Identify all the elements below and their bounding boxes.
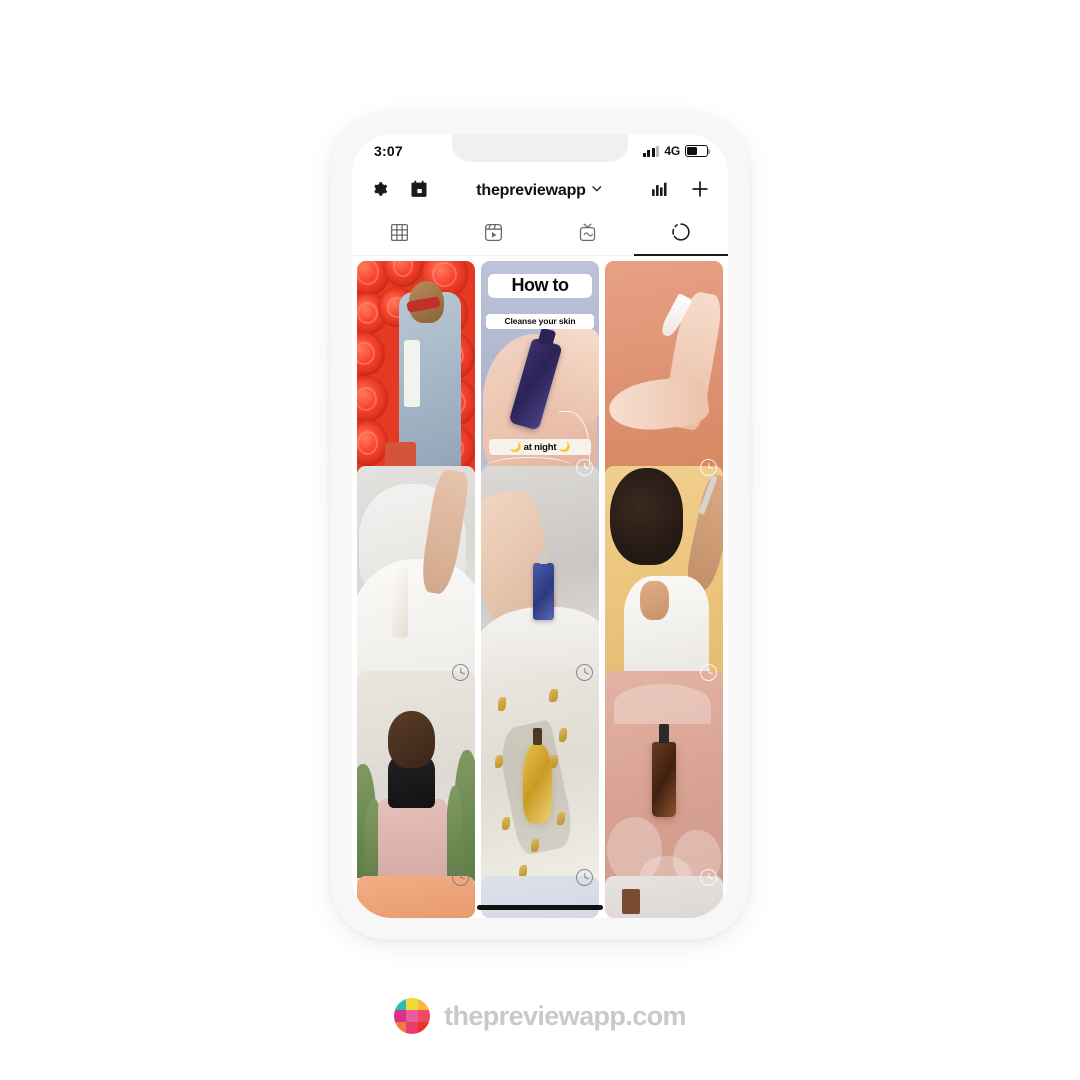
content-type-tabs [352,214,728,256]
preview-app-logo-icon [394,998,431,1034]
add-post-icon[interactable] [689,178,711,205]
cell-artwork: How to Cleanse your skin 🌙 at night 🌙 [481,261,599,482]
cell-artwork [481,466,599,687]
scheduled-clock-icon [452,663,469,681]
logo-tile-6 [394,1022,407,1034]
gear-icon[interactable] [369,179,389,204]
network-type-label: 4G [664,144,680,158]
grid-icon [389,222,410,248]
volume-up-button[interactable] [327,400,332,448]
scheduled-clock-icon [452,868,469,886]
cell-artwork [605,261,723,482]
logo-tile-1 [406,998,419,1010]
scheduled-clock-icon [576,868,593,886]
howto-footer-text: 🌙 at night 🌙 [489,439,591,456]
logo-tile-2 [418,998,431,1010]
scheduled-posts-grid[interactable]: How to Cleanse your skin 🌙 at night 🌙 [352,256,728,918]
brand-footer: thepreviewapp.com [0,998,1080,1034]
scheduled-clock-icon [700,458,717,476]
grid-cell-howto[interactable]: How to Cleanse your skin 🌙 at night 🌙 [481,261,599,482]
analytics-icon[interactable] [650,179,669,203]
logo-tile-0 [394,998,407,1010]
signal-strength-icon [642,145,660,157]
account-switcher[interactable]: thepreviewapp [476,182,603,200]
tab-reels[interactable] [446,214,540,255]
howto-title-text: How to [488,274,592,299]
grid-cell-white-sheets[interactable] [357,466,475,687]
status-indicators: 4G [642,144,711,158]
header-left-actions [369,179,429,204]
scheduled-clock-icon [576,458,593,476]
status-time: 3:07 [374,143,403,159]
calendar-icon[interactable] [409,179,429,204]
logo-tile-3 [394,1010,407,1022]
chevron-down-icon [591,182,604,200]
grid-cell-amber-dropper[interactable] [605,671,723,892]
logo-tile-5 [418,1010,431,1022]
grid-cell-blue-serum[interactable] [481,466,599,687]
grid-cell-roses[interactable] [357,261,475,482]
screenshot-canvas: 3:07 4G thepreviewapp How to Cleanse you… [0,0,1080,1080]
logo-tile-4 [406,1010,419,1022]
scheduled-clock-icon [700,663,717,681]
cell-artwork [605,671,723,892]
cell-artwork [357,466,475,687]
phone-frame: 3:07 4G thepreviewapp How to Cleanse you… [327,112,753,940]
cell-artwork [357,261,475,482]
logo-tile-8 [418,1022,431,1034]
igtv-icon [577,222,598,248]
phone-screen: 3:07 4G thepreviewapp How to Cleanse you… [352,134,728,918]
tab-igtv[interactable] [540,214,634,255]
scheduled-clock-icon [700,868,717,886]
cell-artwork [357,671,475,892]
battery-icon [685,145,711,157]
username-label: thepreviewapp [476,182,586,199]
app-header: thepreviewapp [352,168,728,214]
silent-switch-button[interactable] [327,340,332,366]
grid-cell-peach-hands[interactable] [605,261,723,482]
home-indicator[interactable] [477,905,603,910]
grid-cell-cactus-portrait[interactable] [357,671,475,892]
scheduled-clock-icon [576,663,593,681]
howto-subtitle-text: Cleanse your skin [485,313,595,329]
tab-scheduled[interactable] [634,214,728,256]
status-bar: 3:07 4G [352,134,728,168]
cell-artwork [481,671,599,892]
grid-cell-gold-perfume[interactable] [481,671,599,892]
grid-cell-yellow-portrait[interactable] [605,466,723,687]
logo-tile-7 [406,1022,419,1034]
volume-down-button[interactable] [327,462,332,510]
header-right-actions [650,178,711,205]
tab-grid[interactable] [352,214,446,255]
reels-icon [483,222,504,248]
brand-name-label: thepreviewapp.com [444,1000,686,1031]
power-button[interactable] [748,420,753,492]
scheduled-circle-icon [670,221,692,248]
cell-artwork [605,466,723,687]
